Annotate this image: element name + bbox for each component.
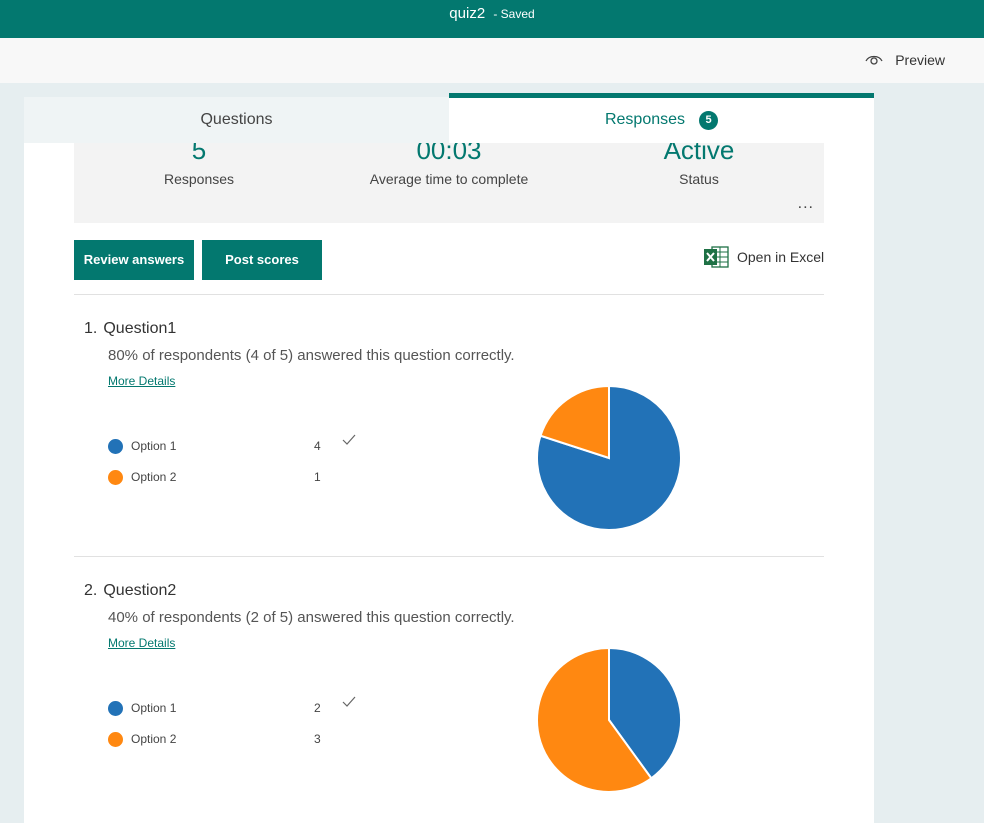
stat-responses-value: 5 [191, 143, 207, 165]
legend-count: 1 [314, 470, 321, 484]
post-scores-button[interactable]: Post scores [202, 240, 322, 280]
stat-status: Active Status [574, 143, 824, 187]
stat-status-label: Status [679, 171, 719, 187]
stat-average-time-label: Average time to complete [369, 171, 529, 187]
form-name: quiz2 [449, 5, 486, 22]
question-title: 1. Question1 [84, 320, 176, 338]
legend-count: 2 [314, 701, 321, 715]
legend-item-option-1: Option 1 2 [108, 696, 368, 730]
question-title: 2. Question2 [84, 582, 176, 600]
stat-average-time: 00:03 Average time to complete [324, 143, 574, 187]
option-2-swatch [108, 732, 123, 747]
question-summary: 40% of respondents (2 of 5) answered thi… [108, 609, 515, 626]
question-card-2: 2. Question2 40% of respondents (2 of 5) … [74, 582, 824, 823]
legend-label: Option 1 [131, 439, 177, 453]
preview-label: Preview [895, 52, 945, 68]
question-number: 2. [84, 582, 98, 599]
top-bar: quiz2 - Saved [0, 0, 984, 38]
form-title: quiz2 - Saved [0, 5, 984, 22]
legend-item-option-1: Option 1 4 [108, 434, 368, 468]
open-in-excel-button[interactable]: Open in Excel [704, 246, 824, 268]
question-card-1: 1. Question1 80% of respondents (4 of 5) … [74, 320, 824, 556]
divider [74, 294, 824, 295]
tab-responses-label: Responses [604, 111, 686, 128]
tab-responses[interactable]: Responses 5 [449, 93, 874, 143]
option-1-swatch [108, 701, 123, 716]
command-bar: Preview [0, 38, 984, 83]
question-summary: 80% of respondents (4 of 5) answered thi… [108, 347, 515, 364]
pie-chart-question-1 [536, 384, 682, 531]
legend-label: Option 1 [131, 701, 177, 715]
option-1-swatch [108, 439, 123, 454]
excel-icon [704, 246, 729, 268]
more-details-link[interactable]: More Details [108, 636, 175, 650]
responses-count-badge: 5 [699, 111, 719, 130]
legend: Option 1 4 Option 2 1 [108, 434, 368, 499]
stat-responses-label: Responses [163, 171, 235, 187]
summary-panel: 5 Responses 00:03 Average time to comple… [74, 143, 824, 223]
legend-count: 4 [314, 439, 321, 453]
review-answers-button[interactable]: Review answers [74, 240, 194, 280]
legend-label: Option 2 [131, 732, 177, 746]
stat-status-value: Active [663, 143, 735, 165]
stat-average-time-value: 00:03 [416, 143, 482, 165]
legend-label: Option 2 [131, 470, 177, 484]
option-2-swatch [108, 470, 123, 485]
responses-panel: 5 Responses 00:03 Average time to comple… [24, 143, 874, 823]
legend-item-option-2: Option 2 1 [108, 468, 368, 499]
divider [74, 556, 824, 557]
check-icon [342, 696, 356, 711]
preview-button[interactable]: Preview [865, 52, 945, 68]
question-text: Question2 [103, 582, 177, 599]
tab-bar: Questions Responses 5 [24, 93, 874, 143]
pie-chart-question-2 [536, 646, 682, 793]
legend-count: 3 [314, 732, 321, 746]
question-number: 1. [84, 320, 98, 337]
more-details-link[interactable]: More Details [108, 374, 175, 388]
legend: Option 1 2 Option 2 3 [108, 696, 368, 761]
eye-icon [865, 55, 883, 65]
tab-questions[interactable]: Questions [24, 97, 449, 143]
open-in-excel-label: Open in Excel [737, 249, 825, 265]
more-options-button[interactable]: ... [798, 195, 814, 213]
question-text: Question1 [103, 320, 177, 337]
stat-responses: 5 Responses [74, 143, 324, 187]
legend-item-option-2: Option 2 3 [108, 730, 368, 761]
save-status: - Saved [493, 7, 535, 21]
check-icon [342, 434, 356, 449]
